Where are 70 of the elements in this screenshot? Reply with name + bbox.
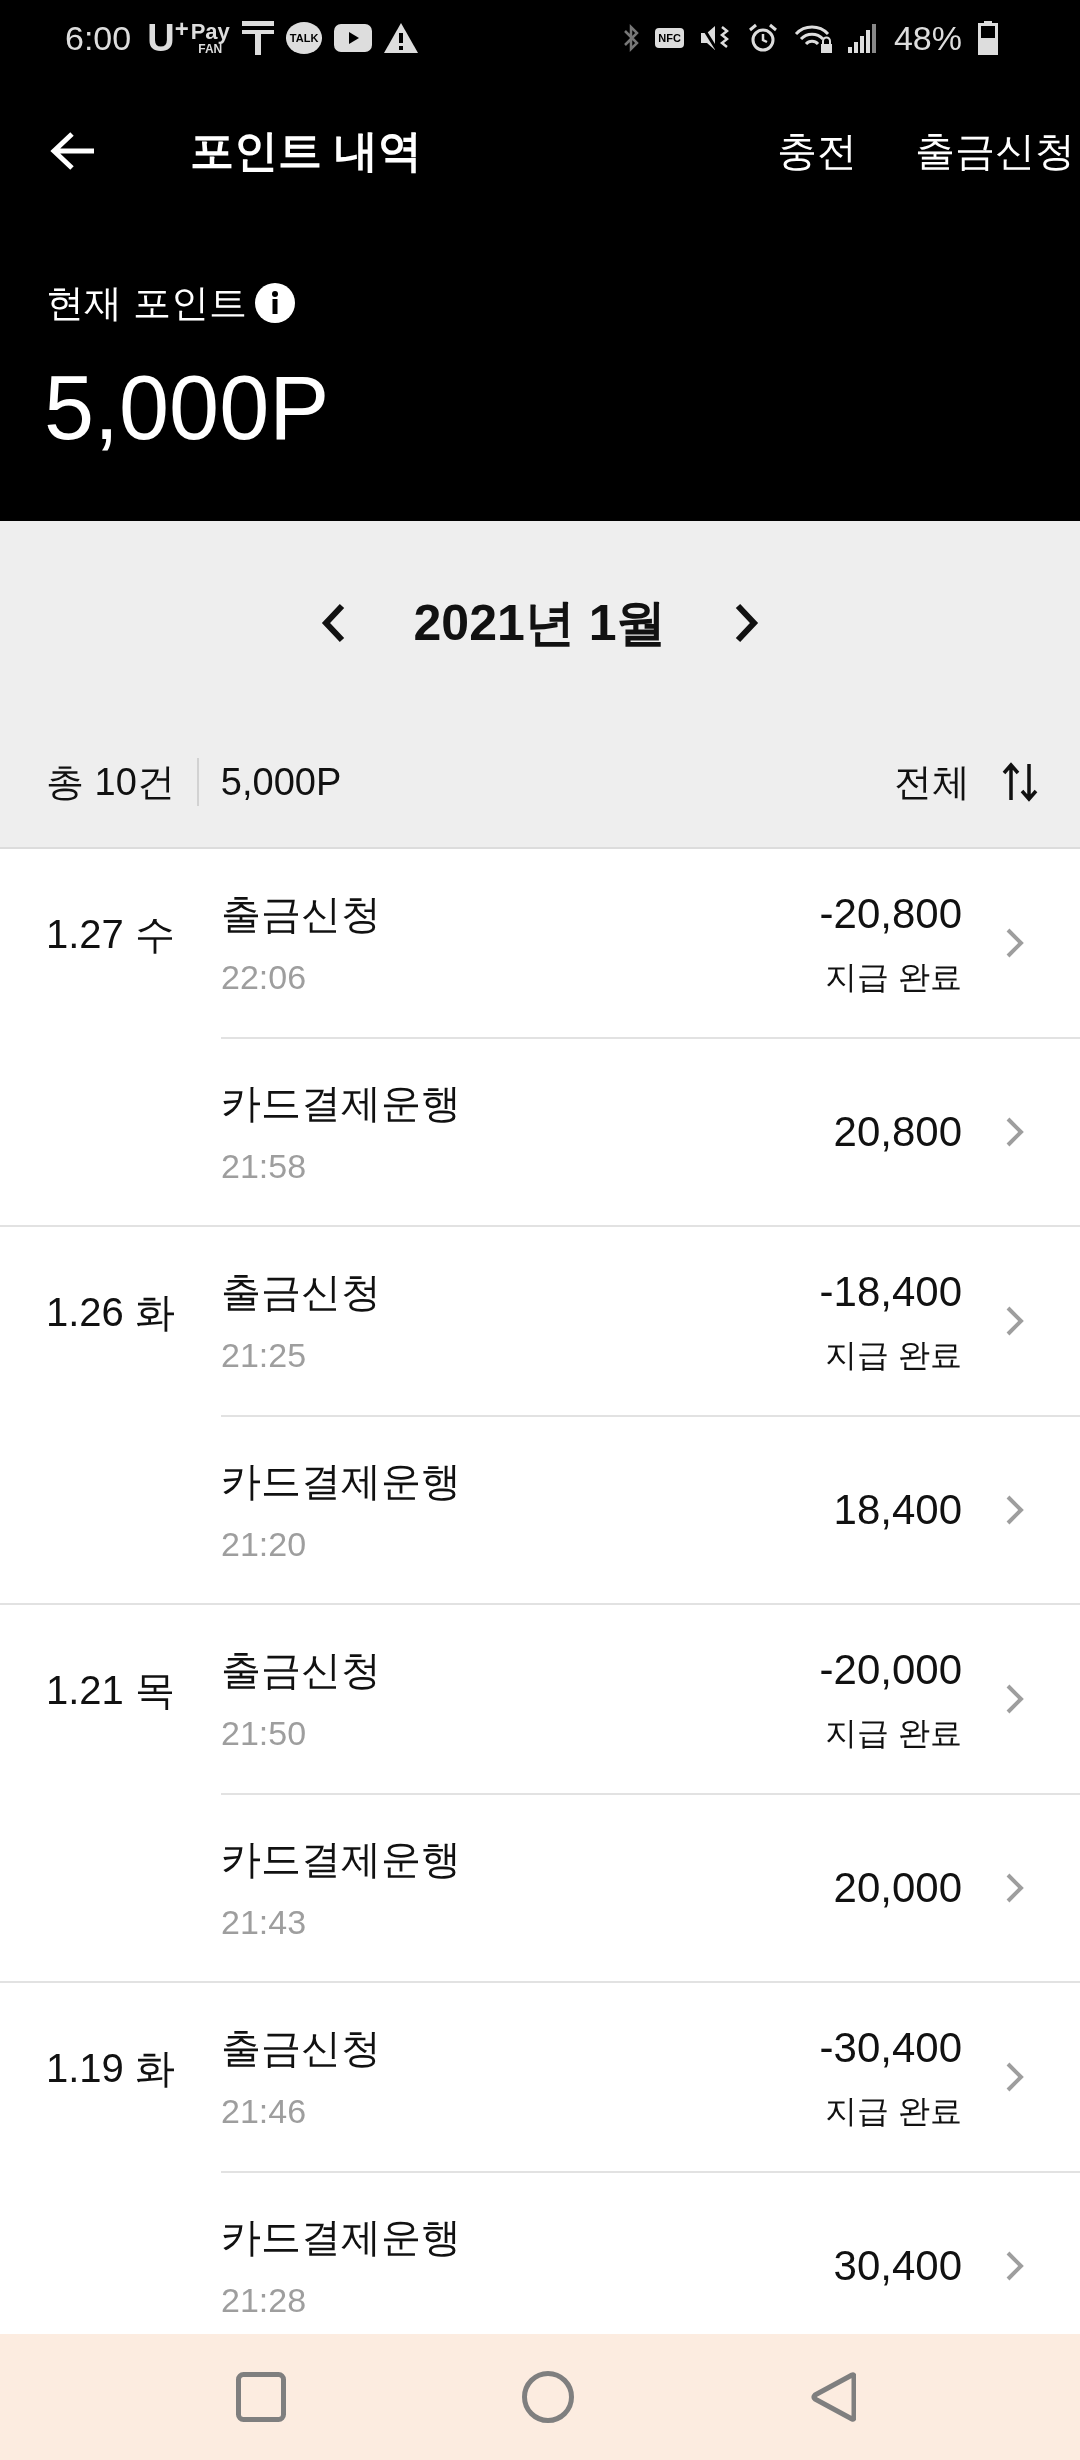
transaction-time: 21:28 xyxy=(221,2279,307,2321)
transaction-amount: 20,800 xyxy=(833,1107,962,1157)
battery-percentage: 48% xyxy=(893,18,962,58)
info-icon[interactable] xyxy=(254,283,295,323)
transaction-time: 21:58 xyxy=(221,1145,307,1187)
transaction-title: 출금신청 xyxy=(221,1646,381,1694)
chevron-right-icon[interactable] xyxy=(1005,927,1025,959)
transaction-time: 22:06 xyxy=(221,956,307,998)
balance-label: 현재 포인트 xyxy=(46,281,247,325)
transaction-amount: 20,000 xyxy=(833,1863,962,1913)
transaction-title: 카드결제운행 xyxy=(221,1079,461,1127)
transaction-amount: -20,800 xyxy=(819,888,962,939)
alarm-clock-icon xyxy=(747,23,778,53)
home-button[interactable] xyxy=(522,2371,574,2423)
transaction-time: 21:46 xyxy=(221,2090,307,2132)
chevron-right-icon[interactable] xyxy=(1005,1116,1025,1148)
chevron-right-icon[interactable] xyxy=(1005,1305,1025,1337)
back-button[interactable] xyxy=(50,131,96,171)
transaction-status: 지급 완료 xyxy=(825,1713,962,1753)
transaction-status: 지급 완료 xyxy=(825,1335,962,1375)
page-title: 포인트 내역 xyxy=(190,125,423,177)
transaction-status: 지급 완료 xyxy=(825,2091,962,2131)
t-logo-icon xyxy=(241,21,274,55)
transaction-title: 카드결제운행 xyxy=(221,1835,461,1883)
header-action-button[interactable]: 출금신청 xyxy=(915,127,1075,175)
sort-icon[interactable] xyxy=(1000,762,1040,802)
wifi-icon xyxy=(793,23,832,53)
app-logo-text: Pay xyxy=(190,20,230,43)
status-time: 6:00 xyxy=(65,18,132,58)
back-nav-button[interactable] xyxy=(810,2371,856,2423)
date-label: 1.27 수 xyxy=(46,912,175,956)
transaction-amount: 30,400 xyxy=(833,2241,962,2291)
bluetooth-icon xyxy=(623,23,640,53)
transaction-amount: -20,000 xyxy=(819,1644,962,1695)
date-label: 1.21 목 xyxy=(46,1668,175,1712)
header-action-button[interactable]: 충전 xyxy=(777,127,857,175)
transaction-title: 출금신청 xyxy=(221,1268,381,1316)
battery-icon xyxy=(978,21,998,55)
transaction-status: 지급 완료 xyxy=(825,957,962,997)
transaction-count: 총 10건 xyxy=(46,760,175,805)
nfc-badge: NFC xyxy=(655,28,684,48)
balance-value: 5,000P xyxy=(44,358,330,458)
transaction-time: 21:50 xyxy=(221,1712,307,1754)
transaction-title: 출금신청 xyxy=(221,2024,381,2072)
app-logo-subtext: FAN xyxy=(198,42,223,56)
chat-bubble-badge: TALK xyxy=(285,22,323,54)
play-button-icon xyxy=(334,24,373,52)
date-label: 1.26 화 xyxy=(46,1290,175,1334)
warning-icon xyxy=(384,23,419,53)
chevron-right-icon[interactable] xyxy=(1005,2250,1025,2282)
signal-bars-icon xyxy=(847,23,878,53)
transaction-amount: -30,400 xyxy=(819,2022,962,2073)
transaction-title: 카드결제운행 xyxy=(221,1457,461,1505)
transaction-title: 카드결제운행 xyxy=(221,2213,461,2261)
transaction-title: 출금신청 xyxy=(221,890,381,938)
chevron-right-icon[interactable] xyxy=(1005,1494,1025,1526)
month-label: 2021년 1월 xyxy=(413,594,667,653)
transaction-time: 21:20 xyxy=(221,1523,307,1565)
chevron-right-icon[interactable] xyxy=(1005,1872,1025,1904)
recent-apps-button[interactable] xyxy=(236,2372,286,2422)
chevron-right-icon[interactable] xyxy=(1005,2061,1025,2093)
app-logo-mark: U$^{+}$ xyxy=(147,18,189,58)
transaction-time: 21:43 xyxy=(221,1901,307,1943)
transaction-amount: 18,400 xyxy=(833,1485,962,1535)
date-label: 1.19 화 xyxy=(46,2046,175,2090)
filter-dropdown[interactable]: 전체 xyxy=(894,759,970,805)
transaction-time: 21:25 xyxy=(221,1334,307,1376)
chevron-right-icon[interactable] xyxy=(1005,1683,1025,1715)
total-points: 5,000P xyxy=(220,760,342,805)
transaction-amount: -18,400 xyxy=(819,1266,962,1317)
